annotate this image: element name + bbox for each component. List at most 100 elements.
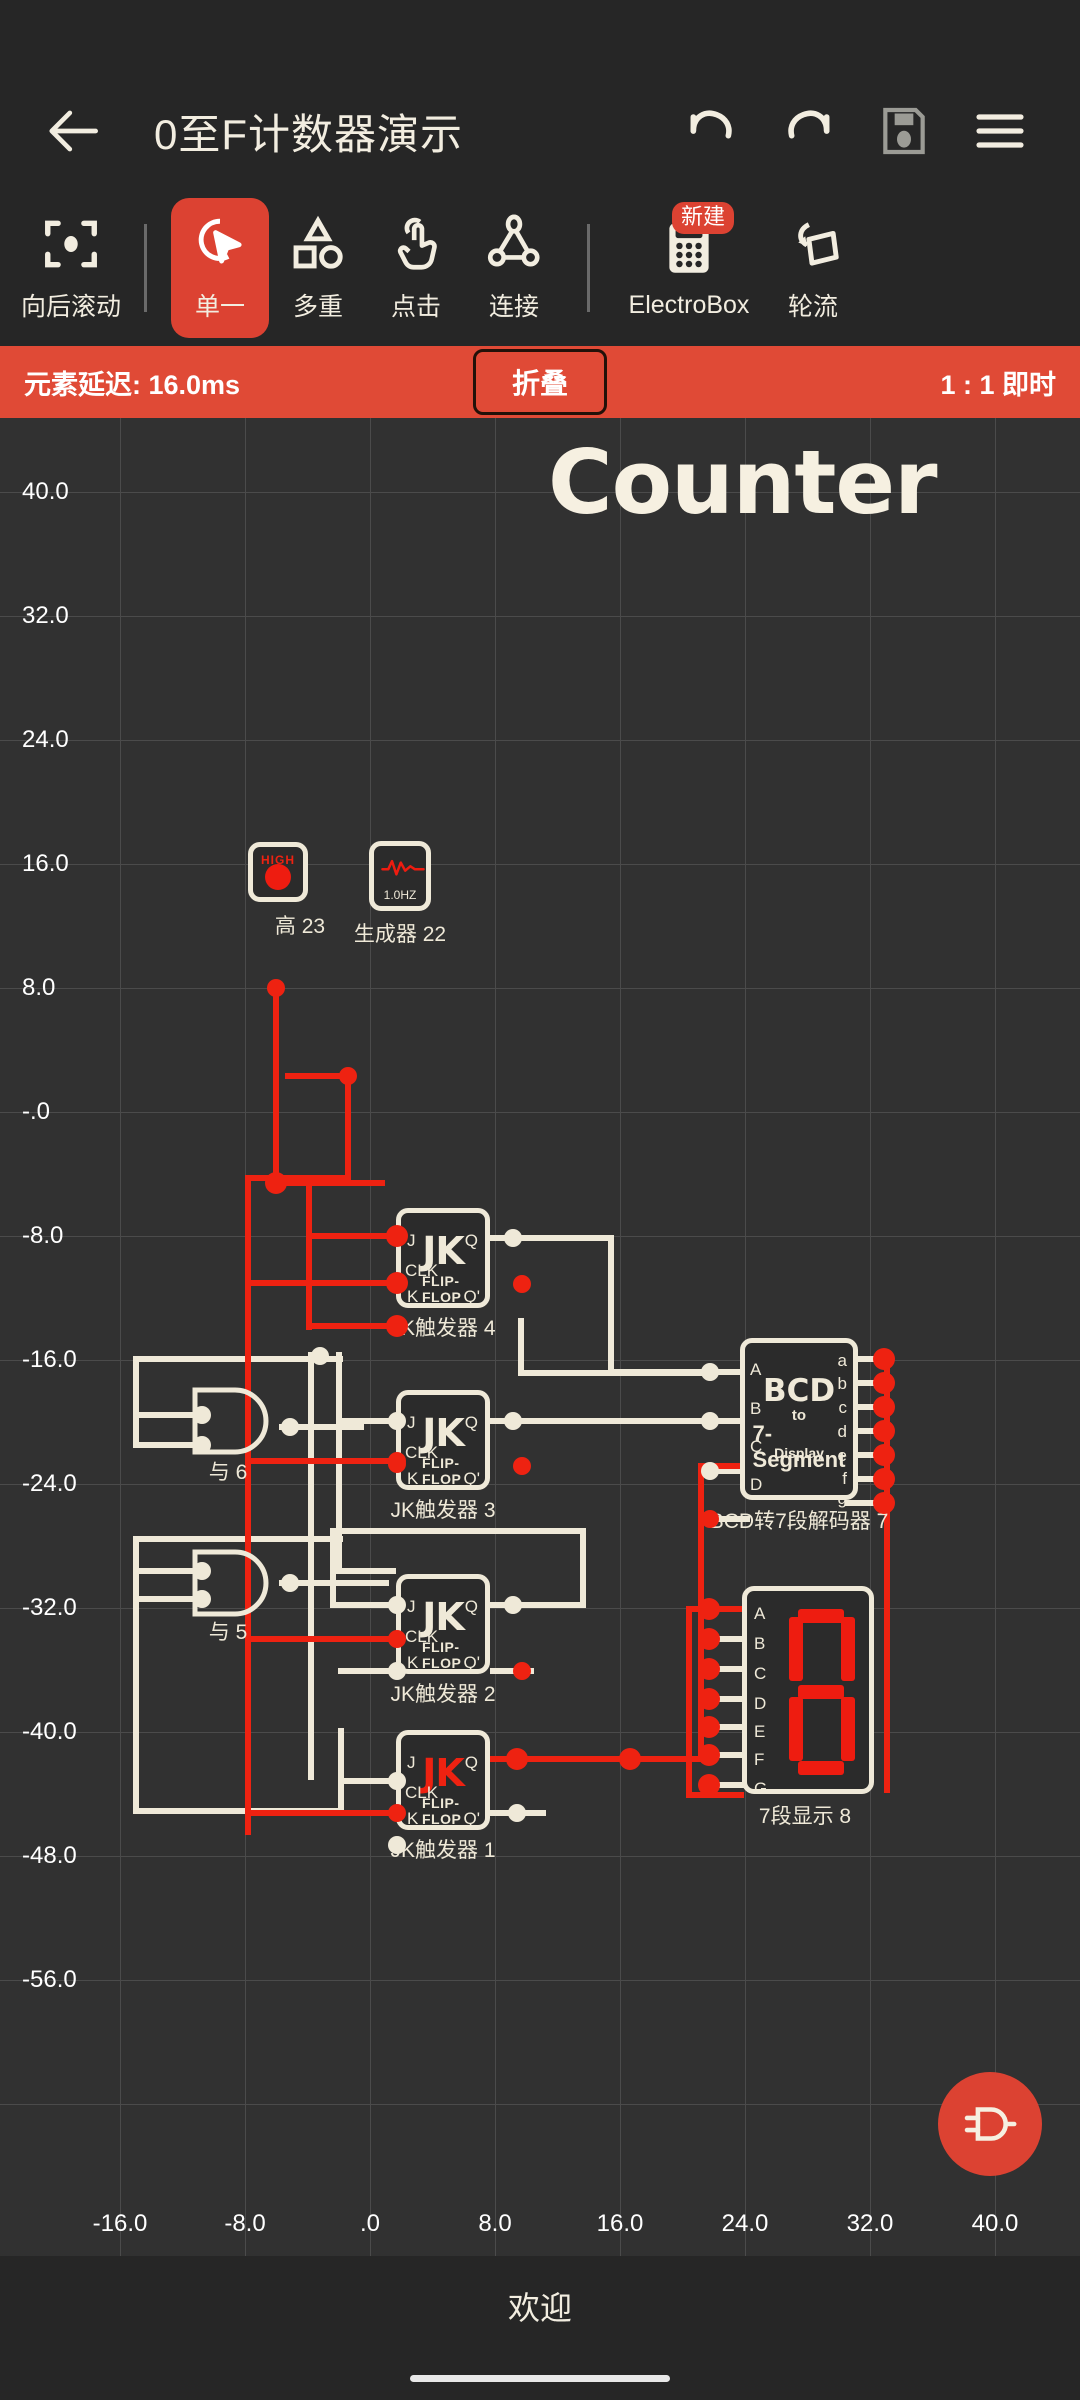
connection-node[interactable] <box>504 1412 522 1430</box>
x-axis-tick: -16.0 <box>92 2210 148 2237</box>
connection-node[interactable] <box>193 1436 211 1454</box>
component-jk-flip-flop-1[interactable]: JK FLIP-FLOP J CLK K Q Q' <box>396 1730 490 1830</box>
connection-node[interactable] <box>193 1562 211 1580</box>
menu-button[interactable] <box>972 103 1028 159</box>
connection-node[interactable] <box>698 1716 720 1738</box>
pin-label-c-out: c <box>838 1398 848 1417</box>
wire-segment <box>330 1528 336 1604</box>
connection-node[interactable] <box>386 1315 408 1337</box>
connection-node[interactable] <box>504 1596 522 1614</box>
pin-label-f-out: f <box>842 1469 847 1488</box>
tool-tap[interactable]: 点击 <box>367 198 465 338</box>
circuit-canvas[interactable]: 40.0 32.0 24.0 16.0 8.0 -.0 -8.0 -16.0 -… <box>0 418 1080 2256</box>
connection-node[interactable] <box>513 1275 531 1293</box>
connection-node[interactable] <box>388 1836 406 1854</box>
component-jk-flip-flop-2[interactable]: JK FLIP-FLOP J CLK K Q Q' <box>396 1574 490 1674</box>
tool-multiple[interactable]: 多重 <box>269 198 367 338</box>
connection-node[interactable] <box>873 1420 895 1442</box>
pin-label-b-in: B <box>750 1399 762 1418</box>
tool-scroll-back[interactable]: 向后滚动 <box>21 198 121 338</box>
undo-button[interactable] <box>684 103 740 159</box>
connection-node[interactable] <box>701 1363 719 1381</box>
pin-label-a: A <box>754 1604 766 1623</box>
connection-node[interactable] <box>701 1462 719 1480</box>
wire-segment-hot <box>245 1175 351 1181</box>
connection-node[interactable] <box>386 1272 408 1294</box>
connection-node[interactable] <box>873 1492 895 1514</box>
collapse-button[interactable]: 折叠 <box>472 349 608 415</box>
connection-node[interactable] <box>386 1225 408 1247</box>
component-jk-flip-flop-3[interactable]: JK FLIP-FLOP J CLK K Q Q' <box>396 1390 490 1490</box>
wire-segment <box>608 1235 614 1375</box>
undo-icon <box>690 110 732 139</box>
component-jk-flip-flop-4[interactable]: JK FLIP-FLOP J CLK K Q Q' <box>396 1208 490 1308</box>
connection-node[interactable] <box>619 1748 641 1770</box>
tool-connect[interactable]: 连接 <box>465 198 563 338</box>
tool-label: 多重 <box>292 293 343 321</box>
connection-node[interactable] <box>701 1412 719 1430</box>
connection-node[interactable] <box>873 1396 895 1418</box>
wire-segment <box>330 1528 586 1534</box>
wire-segment <box>336 1352 342 1432</box>
pin-label-f: F <box>754 1750 765 1769</box>
connection-node[interactable] <box>388 1596 406 1614</box>
y-axis-tick: -48.0 <box>22 1842 77 1869</box>
tool-rotate[interactable]: 轮流 <box>764 198 862 338</box>
connection-node[interactable] <box>265 1172 287 1194</box>
back-button[interactable] <box>44 100 106 162</box>
connection-node[interactable] <box>193 1406 211 1424</box>
connection-node[interactable] <box>698 1774 720 1796</box>
component-clock-generator[interactable]: 1.0HZ <box>369 841 431 911</box>
save-button[interactable] <box>876 103 932 159</box>
wire-segment-hot <box>245 1636 397 1642</box>
connection-node[interactable] <box>513 1457 531 1475</box>
connection-node[interactable] <box>513 1662 531 1680</box>
connection-node[interactable] <box>698 1598 720 1620</box>
connection-node[interactable] <box>388 1412 406 1430</box>
connection-node[interactable] <box>267 979 285 997</box>
bcd-line-1: BCD <box>762 1373 836 1409</box>
connection-node[interactable] <box>508 1804 526 1822</box>
connection-node[interactable] <box>698 1744 720 1766</box>
nav-gesture-pill[interactable] <box>410 2374 670 2382</box>
connection-node[interactable] <box>388 1662 406 1680</box>
x-axis-tick: 32.0 <box>846 2210 894 2237</box>
component-label: JK触发器 3 <box>390 1499 496 1522</box>
connection-node[interactable] <box>504 1229 522 1247</box>
connection-node[interactable] <box>873 1468 895 1490</box>
component-bcd-decoder[interactable]: BCD to 7-Segment Display A B C D a b c d… <box>740 1338 858 1508</box>
focus-frame-icon <box>40 213 102 275</box>
android-nav-bar <box>0 2356 1080 2400</box>
component-seven-segment-display[interactable]: A B C D E F G <box>742 1586 874 1798</box>
connection-node[interactable] <box>388 1455 406 1473</box>
connection-node[interactable] <box>701 1510 719 1528</box>
connection-node[interactable] <box>506 1748 528 1770</box>
connection-node[interactable] <box>339 1067 357 1085</box>
wire-segment <box>133 1588 139 1813</box>
connection-node[interactable] <box>698 1658 720 1680</box>
connection-node[interactable] <box>698 1688 720 1710</box>
connection-node[interactable] <box>873 1348 895 1370</box>
add-component-fab[interactable] <box>938 2072 1042 2176</box>
clock-frequency-label: 1.0HZ <box>383 888 417 902</box>
redo-button[interactable] <box>780 103 836 159</box>
component-label: 与 6 <box>208 1461 248 1484</box>
connection-node[interactable] <box>311 1347 329 1365</box>
connection-node[interactable] <box>388 1772 406 1790</box>
connection-node[interactable] <box>388 1804 406 1822</box>
connection-node[interactable] <box>873 1372 895 1394</box>
bottom-status-bar[interactable]: 欢迎 <box>0 2256 1080 2356</box>
connection-node[interactable] <box>281 1418 299 1436</box>
connection-node[interactable] <box>388 1630 406 1648</box>
tool-single[interactable]: 单一 <box>171 198 269 338</box>
component-and-gate-5[interactable] <box>183 1546 283 1620</box>
grid-line <box>0 1112 1080 1113</box>
connection-node[interactable] <box>873 1444 895 1466</box>
component-high-source[interactable]: HIGH <box>248 842 308 902</box>
y-axis-tick: 8.0 <box>22 974 56 1001</box>
pin-label-d: D <box>754 1694 767 1713</box>
tool-electrobox[interactable]: 新建 ElectroBox <box>614 198 764 338</box>
connection-node[interactable] <box>281 1574 299 1592</box>
connection-node[interactable] <box>698 1628 720 1650</box>
connection-node[interactable] <box>193 1590 211 1608</box>
